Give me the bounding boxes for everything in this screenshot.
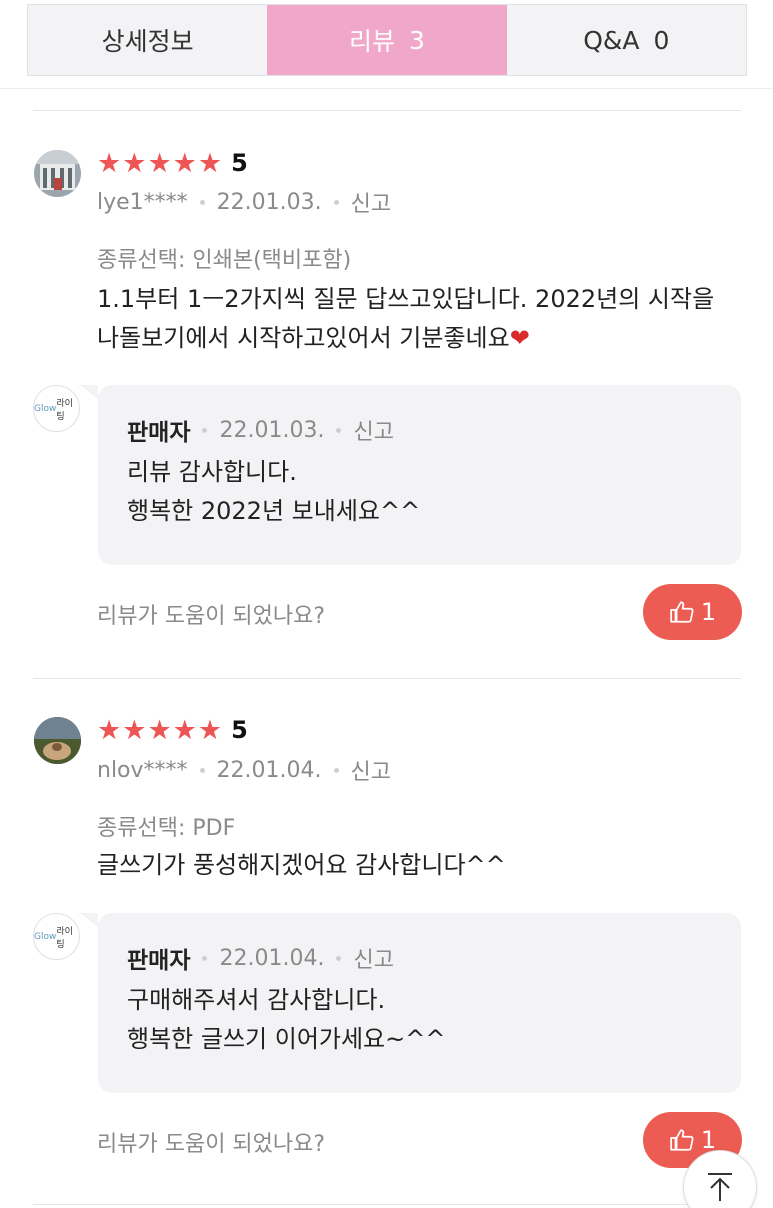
review-date: 22.01.03.	[216, 189, 322, 215]
reply-date: 22.01.04.	[219, 945, 325, 971]
reply-text: 구매해주셔서 감사합니다. 행복한 글쓰기 이어가세요~^^	[127, 981, 445, 1059]
review-meta: nlov**** 22.01.04. 신고	[97, 754, 391, 786]
divider	[33, 1204, 741, 1205]
tab-reviews-label: 리뷰	[349, 27, 396, 56]
star-icon: ★	[197, 147, 223, 179]
star-icon: ★	[97, 714, 122, 746]
tab-details-label: 상세정보	[101, 27, 194, 56]
reply-notch	[80, 913, 98, 927]
reply-report-link[interactable]: 신고	[353, 414, 393, 446]
like-count: 1	[700, 598, 717, 626]
helpful-prompt: 리뷰가 도움이 되었나요?	[97, 1132, 326, 1157]
divider	[33, 678, 741, 679]
reply-notch	[80, 385, 98, 399]
thumbs-up-icon	[670, 1129, 694, 1151]
star-icon: ★	[122, 147, 147, 179]
reply-line: 행복한 글쓰기 이어가세요~^^	[127, 1025, 446, 1053]
reply-report-link[interactable]: 신고	[353, 942, 393, 974]
separator-dot	[199, 199, 205, 205]
arrow-up-icon	[708, 1173, 732, 1201]
rating-score: 5	[231, 149, 248, 177]
review-tabs: 상세정보 리뷰 3 Q&A 0	[27, 4, 747, 76]
reply-author: 판매자	[127, 948, 191, 974]
review-text: 1.1부터 1ㅡ2가지씩 질문 답쓰고있답니다. 2022년의 시작을 나돌보기…	[97, 280, 737, 358]
report-link[interactable]: 신고	[351, 186, 391, 218]
star-icon: ★	[147, 147, 172, 179]
reply-text: 리뷰 감사합니다. 행복한 2022년 보내세요^^	[127, 453, 420, 531]
avatar-image	[34, 717, 81, 764]
star-icon: ★	[122, 714, 147, 746]
like-button[interactable]: 1	[643, 584, 742, 640]
reply-author: 판매자	[127, 420, 191, 446]
divider	[33, 110, 741, 111]
seller-logo: Glow 라이팅	[33, 913, 80, 960]
avatar-image	[34, 150, 81, 197]
purchase-option: 종류선택: 인쇄본(택비포함)	[97, 248, 352, 273]
seller-reply: 판매자 22.01.03. 신고 리뷰 감사합니다. 행복한 2022년 보내세…	[98, 385, 741, 565]
separator-dot	[199, 767, 205, 773]
review-meta: lye1**** 22.01.03. 신고	[97, 186, 391, 218]
separator-dot	[336, 955, 342, 961]
seller-logo-suffix: 라이팅	[56, 398, 73, 422]
report-link[interactable]: 신고	[351, 754, 391, 786]
review-text-content: 1.1부터 1ㅡ2가지씩 질문 답쓰고있답니다. 2022년의 시작을 나돌보기…	[97, 285, 715, 352]
tab-qna[interactable]: Q&A 0	[507, 5, 746, 75]
separator-dot	[333, 199, 339, 205]
seller-logo: Glow 라이팅	[33, 385, 80, 432]
tab-reviews-count: 3	[409, 25, 425, 55]
separator-dot	[336, 427, 342, 433]
rating-stars: ★ ★ ★ ★ ★ 5	[97, 716, 248, 744]
seller-logo-brand: Glow	[34, 931, 57, 942]
star-icon: ★	[172, 714, 197, 746]
reply-line: 구매해주셔서 감사합니다.	[127, 986, 386, 1014]
heart-emoji-icon: ❤	[509, 324, 530, 352]
tab-qna-count: 0	[653, 25, 670, 55]
star-icon: ★	[197, 714, 223, 746]
tab-reviews[interactable]: 리뷰 3	[267, 5, 507, 75]
star-icon: ★	[147, 714, 172, 746]
reply-meta: 판매자 22.01.03. 신고	[127, 413, 394, 447]
rating-stars: ★ ★ ★ ★ ★ 5	[97, 149, 248, 177]
seller-reply: 판매자 22.01.04. 신고 구매해주셔서 감사합니다. 행복한 글쓰기 이…	[98, 913, 741, 1093]
rating-score: 5	[231, 716, 248, 744]
divider	[0, 88, 773, 89]
helpful-prompt: 리뷰가 도움이 되었나요?	[97, 604, 326, 629]
review-text: 글쓰기가 풍성해지겠어요 감사합니다^^	[97, 851, 506, 879]
tab-details[interactable]: 상세정보	[28, 5, 267, 75]
separator-dot	[202, 955, 208, 961]
avatar[interactable]	[34, 717, 81, 764]
star-icon: ★	[172, 147, 197, 179]
purchase-option: 종류선택: PDF	[97, 816, 236, 841]
tab-qna-label: Q&A	[583, 25, 640, 55]
star-icon: ★	[97, 147, 122, 179]
reply-date: 22.01.03.	[219, 417, 325, 443]
avatar[interactable]	[34, 150, 81, 197]
reviewer-id: nlov****	[97, 757, 188, 783]
thumbs-up-icon	[670, 601, 694, 623]
reply-line: 행복한 2022년 보내세요^^	[127, 497, 421, 525]
separator-dot	[333, 767, 339, 773]
reply-line: 리뷰 감사합니다.	[127, 458, 297, 486]
seller-logo-suffix: 라이팅	[56, 926, 73, 950]
scroll-top-button[interactable]	[683, 1150, 757, 1208]
reviewer-id: lye1****	[97, 189, 188, 215]
separator-dot	[202, 427, 208, 433]
seller-logo-brand: Glow	[34, 403, 57, 414]
review-date: 22.01.04.	[216, 757, 322, 783]
reply-meta: 판매자 22.01.04. 신고	[127, 941, 394, 975]
